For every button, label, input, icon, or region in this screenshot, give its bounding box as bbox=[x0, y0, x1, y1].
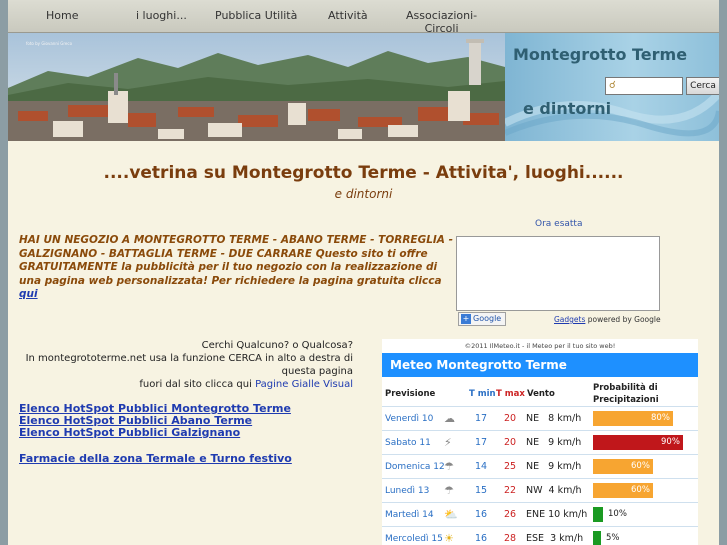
nav-pubblica-utilita[interactable]: Pubblica Utilità bbox=[215, 9, 297, 22]
promo-text: HAI UN NEGOZIO A MONTEGROTTO TERME - ABA… bbox=[19, 234, 453, 302]
weather-tmax: 20 bbox=[504, 413, 517, 424]
weather-wind: NE 8 km/h bbox=[526, 413, 582, 424]
weather-wind: NE 9 km/h bbox=[526, 437, 582, 448]
search-input[interactable]: ☌ bbox=[605, 77, 683, 95]
weather-day[interactable]: Venerdì 10 bbox=[385, 414, 433, 424]
weather-tmin: 17 bbox=[475, 437, 488, 448]
weather-tmax: 20 bbox=[504, 437, 517, 448]
sun-icon: ☀ bbox=[444, 532, 454, 545]
weather-credit[interactable]: ©2011 IlMeteo.it - il Meteo per il tuo s… bbox=[382, 342, 698, 350]
weather-row: Lunedì 13 ☂ 15 22 NW 4 km/h 60% bbox=[382, 478, 698, 502]
nav-home[interactable]: Home bbox=[46, 9, 78, 22]
rain-sun-icon: ☂ bbox=[444, 460, 454, 473]
weather-tmin: 16 bbox=[475, 533, 488, 544]
weather-title[interactable]: Meteo Montegrotto Terme bbox=[382, 353, 698, 377]
rain-icon: ☂ bbox=[444, 484, 454, 497]
gadgets-credit: Gadgets powered by Google bbox=[554, 315, 661, 324]
weather-wind: NW 4 km/h bbox=[526, 485, 582, 496]
top-nav: Home i luoghi... Pubblica Utilità Attivi… bbox=[8, 0, 719, 35]
site-subtitle: e dintorni bbox=[523, 99, 612, 118]
page-headline-sub: e dintorni bbox=[334, 187, 393, 201]
weather-tmax: 26 bbox=[504, 509, 517, 520]
search-help-line3: fuori dal sito clicca qui bbox=[139, 379, 252, 390]
clock-title: Ora esatta bbox=[535, 219, 583, 229]
town-panorama-image: foto by Giovanni Greco bbox=[8, 33, 505, 141]
precip-value: 5% bbox=[606, 533, 620, 543]
precip-value: 60% bbox=[631, 461, 650, 471]
weather-tmax: 22 bbox=[504, 485, 517, 496]
weather-day[interactable]: Domenica 12 bbox=[385, 462, 445, 472]
main-content: ....vetrina su Montegrotto Terme - Attiv… bbox=[8, 141, 719, 545]
search-help-line1: Cerchi Qualcuno? o Qualcosa? bbox=[201, 340, 353, 351]
google-badge-label: Google bbox=[473, 314, 502, 323]
link-farmacie[interactable]: Farmacie della zona Termale e Turno fest… bbox=[19, 452, 292, 465]
search-help-line3-wrap: fuori dal sito clicca qui Pagine Gialle … bbox=[8, 378, 353, 391]
plus-icon: + bbox=[461, 314, 471, 324]
weather-row: Venerdì 10 ☁ 17 20 NE 8 km/h 80% bbox=[382, 406, 698, 430]
pagine-gialle-link[interactable]: Pagine Gialle Visual bbox=[255, 379, 353, 390]
search-help: Cerchi Qualcuno? o Qualcosa? In montegro… bbox=[8, 339, 353, 391]
site-title: Montegrotto Terme bbox=[513, 45, 688, 64]
weather-tmax: 28 bbox=[504, 533, 517, 544]
weather-day[interactable]: Mercoledì 15 bbox=[385, 534, 443, 544]
weather-wind: ENE 10 km/h bbox=[526, 509, 588, 520]
weather-day[interactable]: Martedì 14 bbox=[385, 510, 434, 520]
weather-tmin: 15 bbox=[475, 485, 488, 496]
promo-body: HAI UN NEGOZIO A MONTEGROTTO TERME - ABA… bbox=[19, 234, 453, 287]
header-banner: foto by Giovanni Greco Montegrotto Terme… bbox=[8, 33, 719, 141]
weather-row: Sabato 11 ⚡ 17 20 NE 9 km/h 90% bbox=[382, 430, 698, 454]
page: Home i luoghi... Pubblica Utilità Attivi… bbox=[8, 0, 719, 545]
weather-tmin: 17 bbox=[475, 413, 488, 424]
col-wind: Vento bbox=[527, 389, 555, 399]
sun-cloud-icon: ⛅ bbox=[444, 508, 458, 521]
search-button[interactable]: Cerca bbox=[686, 77, 719, 95]
search-help-line2: In montegrototerme.net usa la funzione C… bbox=[25, 353, 353, 377]
add-to-google-button[interactable]: + Google bbox=[458, 312, 506, 326]
weather-row: Martedì 14 ⛅ 16 26 ENE 10 km/h 10% bbox=[382, 502, 698, 526]
search-icon: ☌ bbox=[609, 80, 616, 91]
precip-bar bbox=[593, 531, 601, 545]
page-headline: ....vetrina su Montegrotto Terme - Attiv… bbox=[103, 163, 624, 183]
weather-widget: ©2011 IlMeteo.it - il Meteo per il tuo s… bbox=[382, 339, 698, 545]
title-panel: Montegrotto Terme ☌ Cerca e dintorni bbox=[505, 33, 719, 141]
precip-value: 10% bbox=[608, 509, 627, 519]
gadgets-link[interactable]: Gadgets bbox=[554, 315, 585, 324]
precip-value: 80% bbox=[651, 413, 670, 423]
cloud-icon: ☁ bbox=[444, 412, 455, 425]
weather-row: Domenica 12 ☂ 14 25 NE 9 km/h 60% bbox=[382, 454, 698, 478]
weather-day[interactable]: Lunedì 13 bbox=[385, 486, 429, 496]
nav-attivita[interactable]: Attività bbox=[328, 9, 368, 22]
precip-bar bbox=[593, 507, 603, 522]
col-precip: Probabilità di Precipitazioni bbox=[593, 383, 659, 405]
weather-tmin: 16 bbox=[475, 509, 488, 520]
weather-wind: NE 9 km/h bbox=[526, 461, 582, 472]
promo-link-qui[interactable]: qui bbox=[19, 288, 38, 300]
precip-value: 60% bbox=[631, 485, 650, 495]
weather-day[interactable]: Sabato 11 bbox=[385, 438, 431, 448]
weather-tmin: 14 bbox=[475, 461, 488, 472]
weather-row: Mercoledì 15 ☀ 16 28 ESE 3 km/h 5% bbox=[382, 526, 698, 545]
link-hotspot-galzignano[interactable]: Elenco HotSpot Pubblici Galzignano bbox=[19, 426, 240, 439]
col-forecast: Previsione bbox=[385, 389, 436, 399]
precip-value: 90% bbox=[661, 437, 680, 447]
photo-credit: foto by Giovanni Greco bbox=[26, 41, 73, 46]
gadgets-suffix: powered by Google bbox=[587, 315, 661, 324]
col-tmin: T min bbox=[469, 389, 496, 399]
nav-associazioni-circoli[interactable]: Associazioni- Circoli bbox=[406, 9, 477, 35]
col-tmax: T max bbox=[496, 389, 525, 399]
clock-widget bbox=[456, 236, 660, 311]
nav-luoghi[interactable]: i luoghi... bbox=[136, 9, 187, 22]
weather-tmax: 25 bbox=[504, 461, 517, 472]
storm-icon: ⚡ bbox=[444, 436, 452, 449]
weather-wind: ESE 3 km/h bbox=[526, 533, 584, 544]
